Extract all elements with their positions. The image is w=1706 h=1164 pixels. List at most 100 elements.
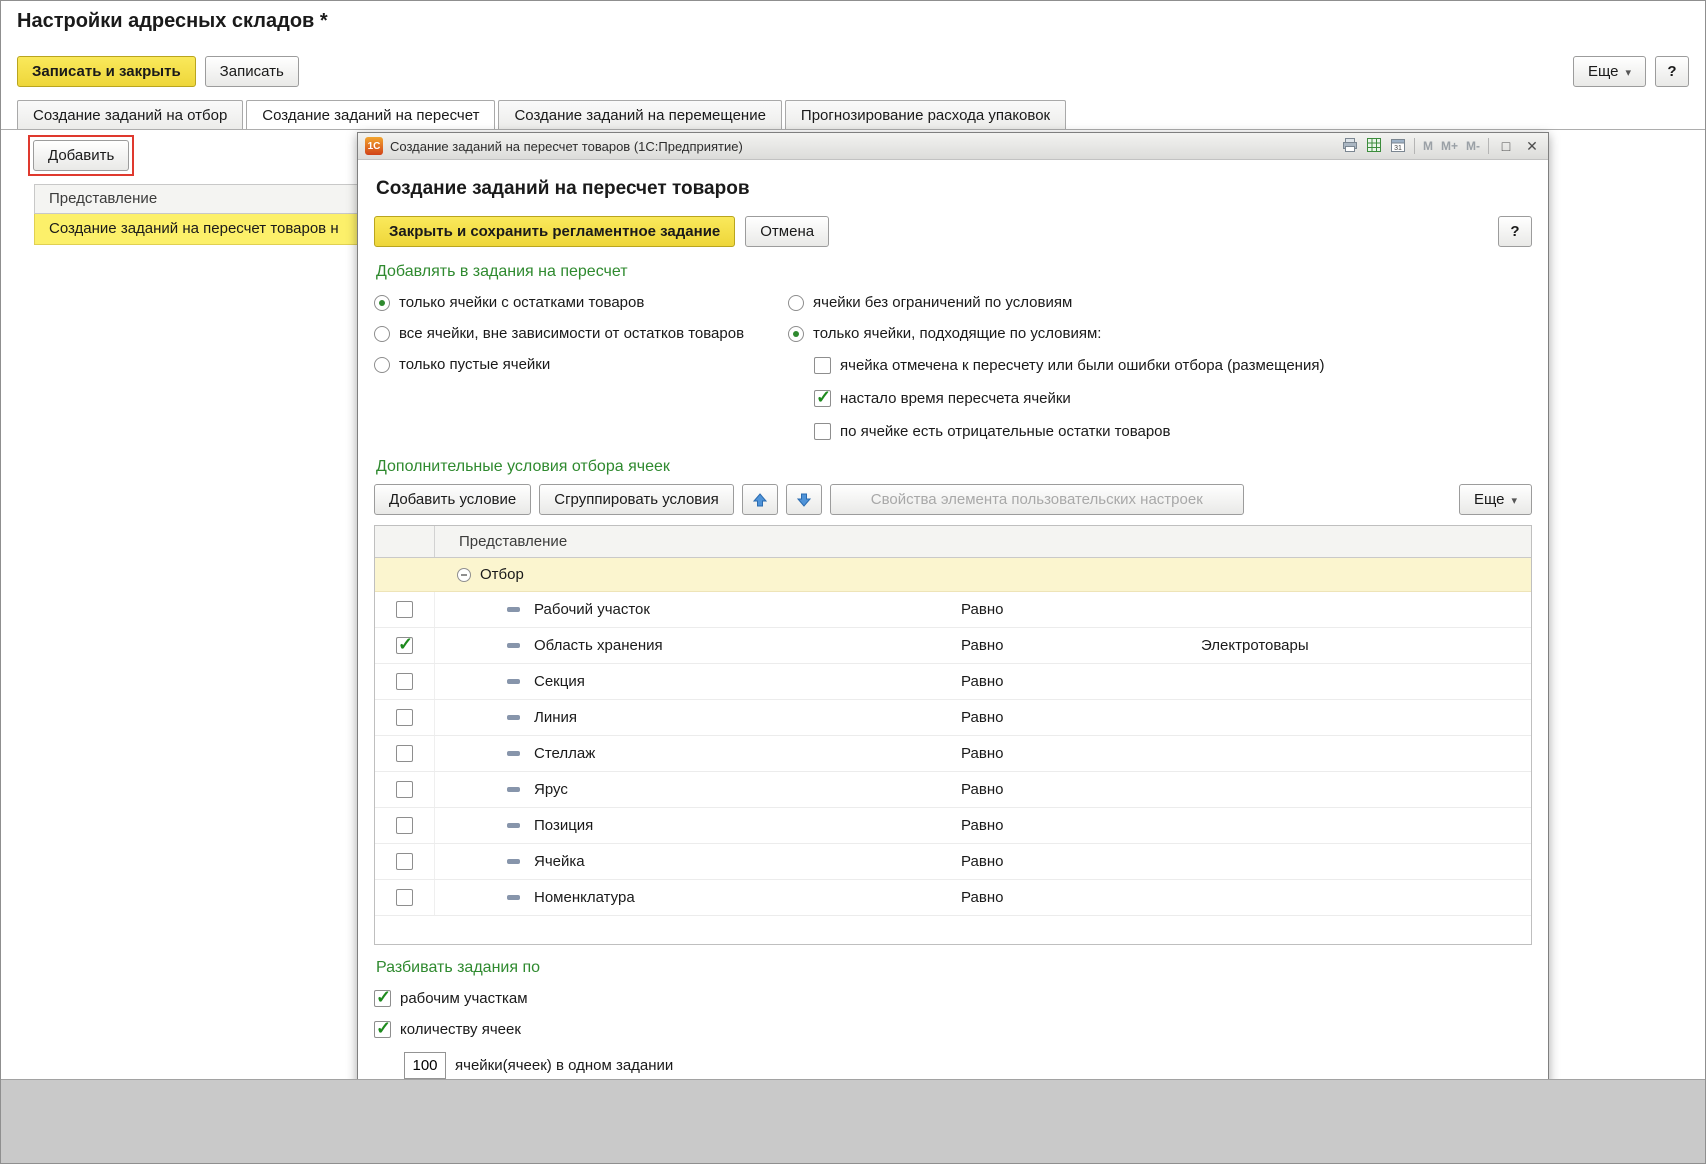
radio-label: только ячейки, подходящие по условиям: — [813, 325, 1101, 342]
more-button-label: Еще — [1588, 63, 1619, 80]
condition-name: Ярус — [534, 781, 568, 798]
tab-content-border — [1, 129, 1705, 130]
calculator-icon[interactable] — [1366, 137, 1382, 156]
app-window: Настройки адресных складов * Записать и … — [0, 0, 1706, 1164]
condition-name: Ячейка — [534, 853, 585, 870]
radio-label: все ячейки, вне зависимости от остатков … — [399, 325, 744, 342]
radio-row: все ячейки, вне зависимости от остатков … — [374, 318, 788, 349]
user-settings-properties-button[interactable]: Свойства элемента пользовательских настр… — [830, 484, 1244, 515]
chevron-down-icon — [1625, 63, 1631, 80]
split-section: Разбивать задания по рабочим участкам ко… — [374, 959, 1532, 1081]
checkbox-by-cell-count[interactable] — [374, 1021, 391, 1038]
row-checkbox[interactable] — [396, 745, 413, 762]
calendar-icon[interactable]: 31 — [1390, 137, 1406, 156]
add-condition-button[interactable]: Добавить условие — [374, 484, 531, 515]
condition-name: Область хранения — [534, 637, 663, 654]
checkbox-negative-stock[interactable] — [814, 423, 831, 440]
condition-row[interactable]: Область хранения Равно Электротовары — [375, 628, 1531, 664]
tab-packaging-forecast[interactable]: Прогнозирование расхода упаковок — [785, 100, 1066, 129]
condition-name: Номенклатура — [534, 889, 635, 906]
radio-row: только пустые ячейки — [374, 349, 788, 380]
help-button[interactable]: ? — [1655, 56, 1689, 87]
radio-label: только ячейки с остатками товаров — [399, 294, 644, 311]
dialog-title: Создание заданий на пересчет товаров (1С… — [390, 139, 743, 154]
cancel-button[interactable]: Отмена — [745, 216, 829, 247]
condition-row[interactable]: Номенклатура Равно — [375, 880, 1531, 916]
tab-create-picking-tasks[interactable]: Создание заданий на отбор — [17, 100, 243, 129]
tab-create-recount-tasks[interactable]: Создание заданий на пересчет — [246, 100, 495, 130]
condition-comparison: Равно — [961, 673, 1201, 690]
condition-row[interactable]: Ячейка Равно — [375, 844, 1531, 880]
checkbox-row: рабочим участкам — [374, 983, 1532, 1014]
row-checkbox[interactable] — [396, 673, 413, 690]
filter-group-row[interactable]: Отбор — [375, 558, 1531, 592]
add-options: только ячейки с остатками товаров все яч… — [374, 287, 1532, 448]
add-button[interactable]: Добавить — [33, 140, 129, 171]
condition-item-icon — [507, 751, 520, 756]
radio-cells-with-stock[interactable] — [374, 295, 390, 311]
collapse-icon[interactable] — [457, 568, 471, 582]
condition-comparison: Равно — [961, 601, 1201, 618]
row-checkbox[interactable] — [396, 853, 413, 870]
close-icon[interactable] — [1523, 138, 1541, 155]
radio-label: только пустые ячейки — [399, 356, 550, 373]
row-checkbox[interactable] — [396, 601, 413, 618]
condition-row[interactable]: Позиция Равно — [375, 808, 1531, 844]
condition-row[interactable]: Секция Равно — [375, 664, 1531, 700]
row-checkbox[interactable] — [396, 889, 413, 906]
memory-add-button[interactable]: M+ — [1441, 139, 1458, 153]
tab-create-movement-tasks[interactable]: Создание заданий на перемещение — [498, 100, 781, 129]
conditions-more-button[interactable]: Еще — [1459, 484, 1532, 515]
dialog-help-button[interactable]: ? — [1498, 216, 1532, 247]
red-highlight-annotation: Добавить — [28, 135, 134, 176]
group-row-label: Отбор — [480, 566, 524, 583]
header-checkbox-column — [375, 526, 435, 557]
condition-name: Позиция — [534, 817, 593, 834]
split-section-title: Разбивать задания по — [376, 959, 1532, 977]
titlebar-divider — [1488, 138, 1489, 154]
add-section-title: Добавлять в задания на пересчет — [376, 263, 1532, 281]
move-up-button[interactable] — [742, 484, 778, 515]
condition-item-icon — [507, 715, 520, 720]
save-button[interactable]: Записать — [205, 56, 299, 87]
memory-subtract-button[interactable]: M- — [1466, 139, 1480, 153]
condition-row[interactable]: Стеллаж Равно — [375, 736, 1531, 772]
svg-text:31: 31 — [1394, 145, 1402, 152]
condition-item-icon — [507, 895, 520, 900]
condition-item-icon — [507, 607, 520, 612]
print-icon[interactable] — [1342, 137, 1358, 156]
radio-row: ячейки без ограничений по условиям — [788, 287, 1532, 318]
condition-row[interactable]: Линия Равно — [375, 700, 1531, 736]
checkbox-marked-for-recount[interactable] — [814, 357, 831, 374]
more-button[interactable]: Еще — [1573, 56, 1646, 87]
checkbox-row: настало время пересчета ячейки — [814, 382, 1532, 415]
row-checkbox[interactable] — [396, 637, 413, 654]
more-button-label: Еще — [1474, 491, 1505, 508]
dialog-titlebar[interactable]: 1С Создание заданий на пересчет товаров … — [358, 133, 1548, 160]
group-conditions-button[interactable]: Сгруппировать условия — [539, 484, 734, 515]
checkbox-label: настало время пересчета ячейки — [840, 390, 1071, 407]
save-and-close-button[interactable]: Записать и закрыть — [17, 56, 196, 87]
condition-item-icon — [507, 787, 520, 792]
close-and-save-job-button[interactable]: Закрыть и сохранить регламентное задание — [374, 216, 735, 247]
maximize-icon[interactable] — [1497, 138, 1515, 154]
memory-store-button[interactable]: M — [1423, 139, 1433, 153]
move-down-button[interactable] — [786, 484, 822, 515]
checkbox-recount-time[interactable] — [814, 390, 831, 407]
1c-logo-icon: 1С — [365, 137, 383, 155]
checkbox-label: ячейка отмечена к пересчету или были оши… — [840, 357, 1324, 374]
checkbox-by-work-areas[interactable] — [374, 990, 391, 1007]
radio-cells-by-conditions[interactable] — [788, 326, 804, 342]
dialog-body: Создание заданий на пересчет товаров Зак… — [358, 160, 1548, 1081]
row-checkbox[interactable] — [396, 781, 413, 798]
radio-cells-unrestricted[interactable] — [788, 295, 804, 311]
row-checkbox[interactable] — [396, 817, 413, 834]
radio-all-cells[interactable] — [374, 326, 390, 342]
page-title: Настройки адресных складов * — [17, 10, 328, 33]
radio-empty-cells[interactable] — [374, 357, 390, 373]
cells-per-task-input[interactable] — [404, 1052, 446, 1079]
dialog-heading: Создание заданий на пересчет товаров — [376, 178, 1532, 200]
row-checkbox[interactable] — [396, 709, 413, 726]
condition-row[interactable]: Рабочий участок Равно — [375, 592, 1531, 628]
condition-row[interactable]: Ярус Равно — [375, 772, 1531, 808]
